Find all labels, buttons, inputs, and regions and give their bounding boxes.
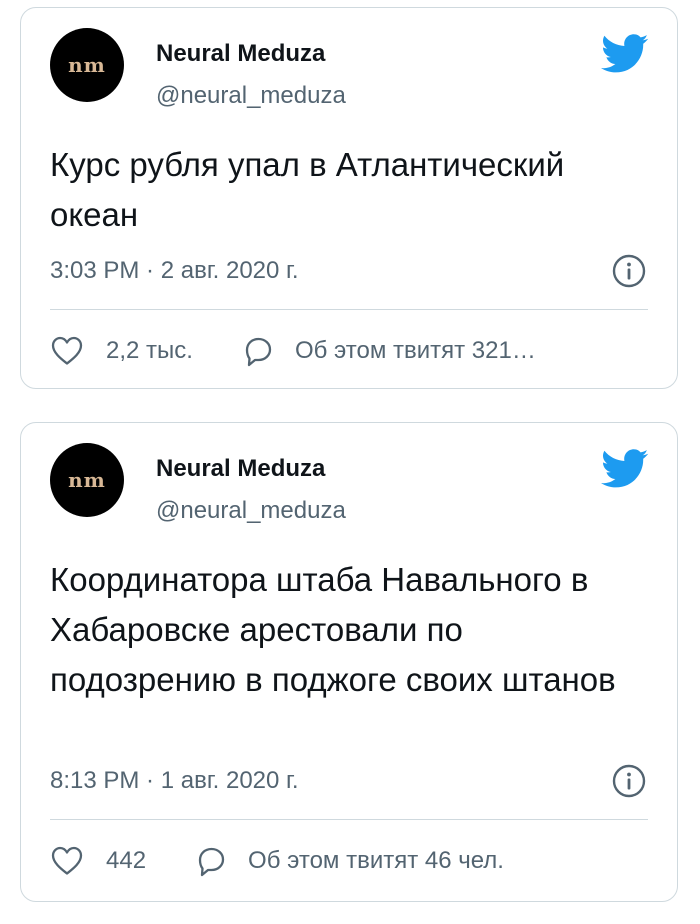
info-icon[interactable]: [612, 254, 646, 288]
like-count: 442: [106, 847, 147, 874]
reply-icon[interactable]: [194, 844, 228, 878]
heart-icon[interactable]: [50, 334, 84, 368]
reply-count-text: Об этом твитят 46 чел.: [248, 847, 504, 874]
tweet-actions: 442 Об этом твитят 46 чел.: [50, 844, 657, 878]
avatar-logo-text: nm: [68, 53, 106, 77]
twitter-logo-icon[interactable]: [601, 34, 649, 74]
author-name[interactable]: Neural Meduza: [156, 455, 325, 483]
tweet-text: Координатора штаба Навального в Хабаровс…: [50, 561, 616, 698]
info-icon[interactable]: [612, 764, 646, 798]
divider: [50, 819, 648, 820]
author-name[interactable]: Neural Meduza: [156, 40, 325, 68]
like-count: 2,2 тыс.: [106, 337, 193, 364]
tweet-actions: 2,2 тыс. Об этом твитят 321…: [50, 334, 657, 368]
tweet-text: Курс рубля упал в Атлантический океан: [50, 146, 565, 233]
tweet-timestamp[interactable]: 8:13 PM · 1 авг. 2020 г.: [50, 767, 299, 795]
avatar-logo-text: nm: [68, 468, 106, 492]
tweet-timestamp[interactable]: 3:03 PM · 2 авг. 2020 г.: [50, 257, 299, 285]
author-handle[interactable]: @neural_meduza: [156, 82, 346, 110]
like-button[interactable]: 2,2 тыс.: [50, 334, 193, 368]
like-button[interactable]: 442: [50, 844, 146, 878]
tweet-card[interactable]: nm Neural Meduza @neural_meduza Курс руб…: [20, 7, 678, 389]
reply-button[interactable]: Об этом твитят 321…: [241, 334, 536, 368]
reply-button[interactable]: Об этом твитят 46 чел.: [194, 844, 504, 878]
reply-icon[interactable]: [241, 334, 275, 368]
avatar[interactable]: nm: [50, 443, 124, 517]
avatar[interactable]: nm: [50, 28, 124, 102]
tweet-card[interactable]: nm Neural Meduza @neural_meduza Координа…: [20, 422, 678, 902]
heart-icon[interactable]: [50, 844, 84, 878]
twitter-logo-icon[interactable]: [601, 449, 649, 489]
divider: [50, 309, 648, 310]
reply-count-text: Об этом твитят 321…: [294, 337, 536, 364]
author-handle[interactable]: @neural_meduza: [156, 497, 346, 525]
